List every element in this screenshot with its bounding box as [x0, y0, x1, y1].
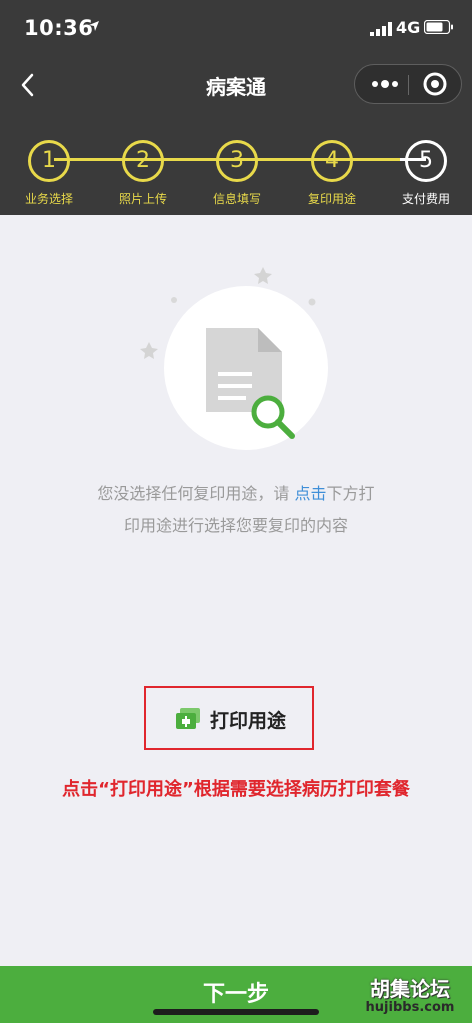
mini-program-capsule	[354, 64, 462, 104]
step-number: 3	[216, 140, 258, 182]
step-number: 4	[311, 140, 353, 182]
watermark-en: hujibbs.com	[365, 1000, 455, 1015]
home-indicator	[153, 1009, 319, 1015]
click-link[interactable]: 点击	[295, 484, 327, 503]
step-4: 4 复印用途	[292, 130, 372, 207]
empty-state-text: 印用途进行选择您要复印的内容	[123, 516, 348, 535]
step-label: 支付费用	[401, 192, 450, 206]
network-type: 4G	[396, 18, 421, 37]
instruction-text: 点击“打印用途”根据需要选择病历打印套餐	[62, 779, 410, 800]
battery-icon	[424, 20, 453, 34]
header: 10:36 4G 病案通 1 业务选择 2 照片上传 3 信息填写 4 复印用途…	[0, 0, 472, 215]
step-number: 5	[405, 140, 447, 182]
empty-state-text: 下方打	[326, 484, 375, 503]
capsule-divider	[408, 75, 409, 95]
step-label: 复印用途	[307, 192, 356, 206]
more-button[interactable]	[365, 69, 405, 99]
watermark: 胡集论坛 hujibbs.com	[352, 978, 468, 1020]
step-5: 5 支付费用	[386, 130, 466, 207]
step-1: 1 业务选择	[9, 130, 89, 207]
print-folder-icon	[176, 708, 200, 729]
location-arrow-icon	[89, 21, 99, 31]
step-label: 照片上传	[118, 192, 167, 206]
print-purpose-label: 打印用途	[210, 709, 287, 732]
step-label: 信息填写	[212, 192, 261, 206]
watermark-cn: 胡集论坛	[370, 977, 450, 1001]
step-2: 2 照片上传	[103, 130, 183, 207]
empty-state-message: 您没选择任何复印用途，请 点击下方打 印用途进行选择您要复印的内容	[56, 478, 416, 542]
close-mini-program-button[interactable]	[415, 69, 455, 99]
status-time: 10:36	[24, 16, 94, 40]
step-label: 业务选择	[24, 192, 73, 206]
status-bar: 10:36 4G	[0, 0, 472, 56]
document-search-icon	[140, 267, 328, 450]
empty-state-text: 您没选择任何复印用途，请	[97, 484, 290, 503]
progress-stepper: 1 业务选择 2 照片上传 3 信息填写 4 复印用途 5 支付费用	[0, 130, 472, 210]
step-number: 2	[122, 140, 164, 182]
step-number: 1	[28, 140, 70, 182]
nav-bar: 病案通	[0, 56, 472, 112]
print-purpose-button[interactable]: 打印用途	[174, 700, 286, 738]
step-3: 3 信息填写	[197, 130, 277, 207]
signal-bars-icon	[370, 22, 392, 36]
